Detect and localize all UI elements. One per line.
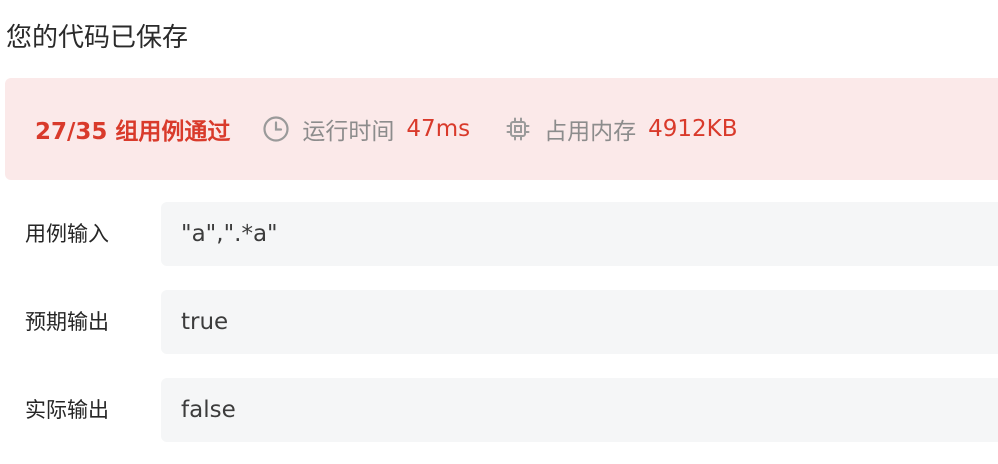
- expected-output-value: true: [161, 290, 998, 354]
- memory-label: 占用内存: [544, 119, 637, 145]
- testcase-input-row: 用例输入 "a",".*a": [0, 202, 998, 266]
- runtime-label: 运行时间: [302, 119, 395, 145]
- memory-value: 4912KB: [648, 116, 738, 142]
- actual-output-label: 实际输出: [25, 398, 109, 422]
- runtime-value: 47ms: [406, 116, 471, 142]
- testcase-input-label: 用例输入: [25, 222, 109, 246]
- testcase-input-value: "a",".*a": [161, 202, 998, 266]
- actual-output-row: 实际输出 false: [0, 378, 998, 442]
- clock-icon: [262, 115, 290, 143]
- expected-output-label: 预期输出: [25, 310, 109, 334]
- expected-output-row: 预期输出 true: [0, 290, 998, 354]
- code-saved-message: 您的代码已保存: [6, 23, 189, 53]
- testcase-pass-count: 27/35 组用例通过: [35, 119, 231, 145]
- submission-result-panel: 您的代码已保存 27/35 组用例通过 运行时间 47ms 占用内存 4912K…: [0, 0, 998, 464]
- runtime-stat: 运行时间 47ms: [262, 112, 470, 146]
- chip-icon: [504, 115, 532, 143]
- result-banner: 27/35 组用例通过 运行时间 47ms 占用内存 4912KB: [5, 78, 998, 180]
- actual-output-value: false: [161, 378, 998, 442]
- memory-stat: 占用内存 4912KB: [504, 112, 737, 146]
